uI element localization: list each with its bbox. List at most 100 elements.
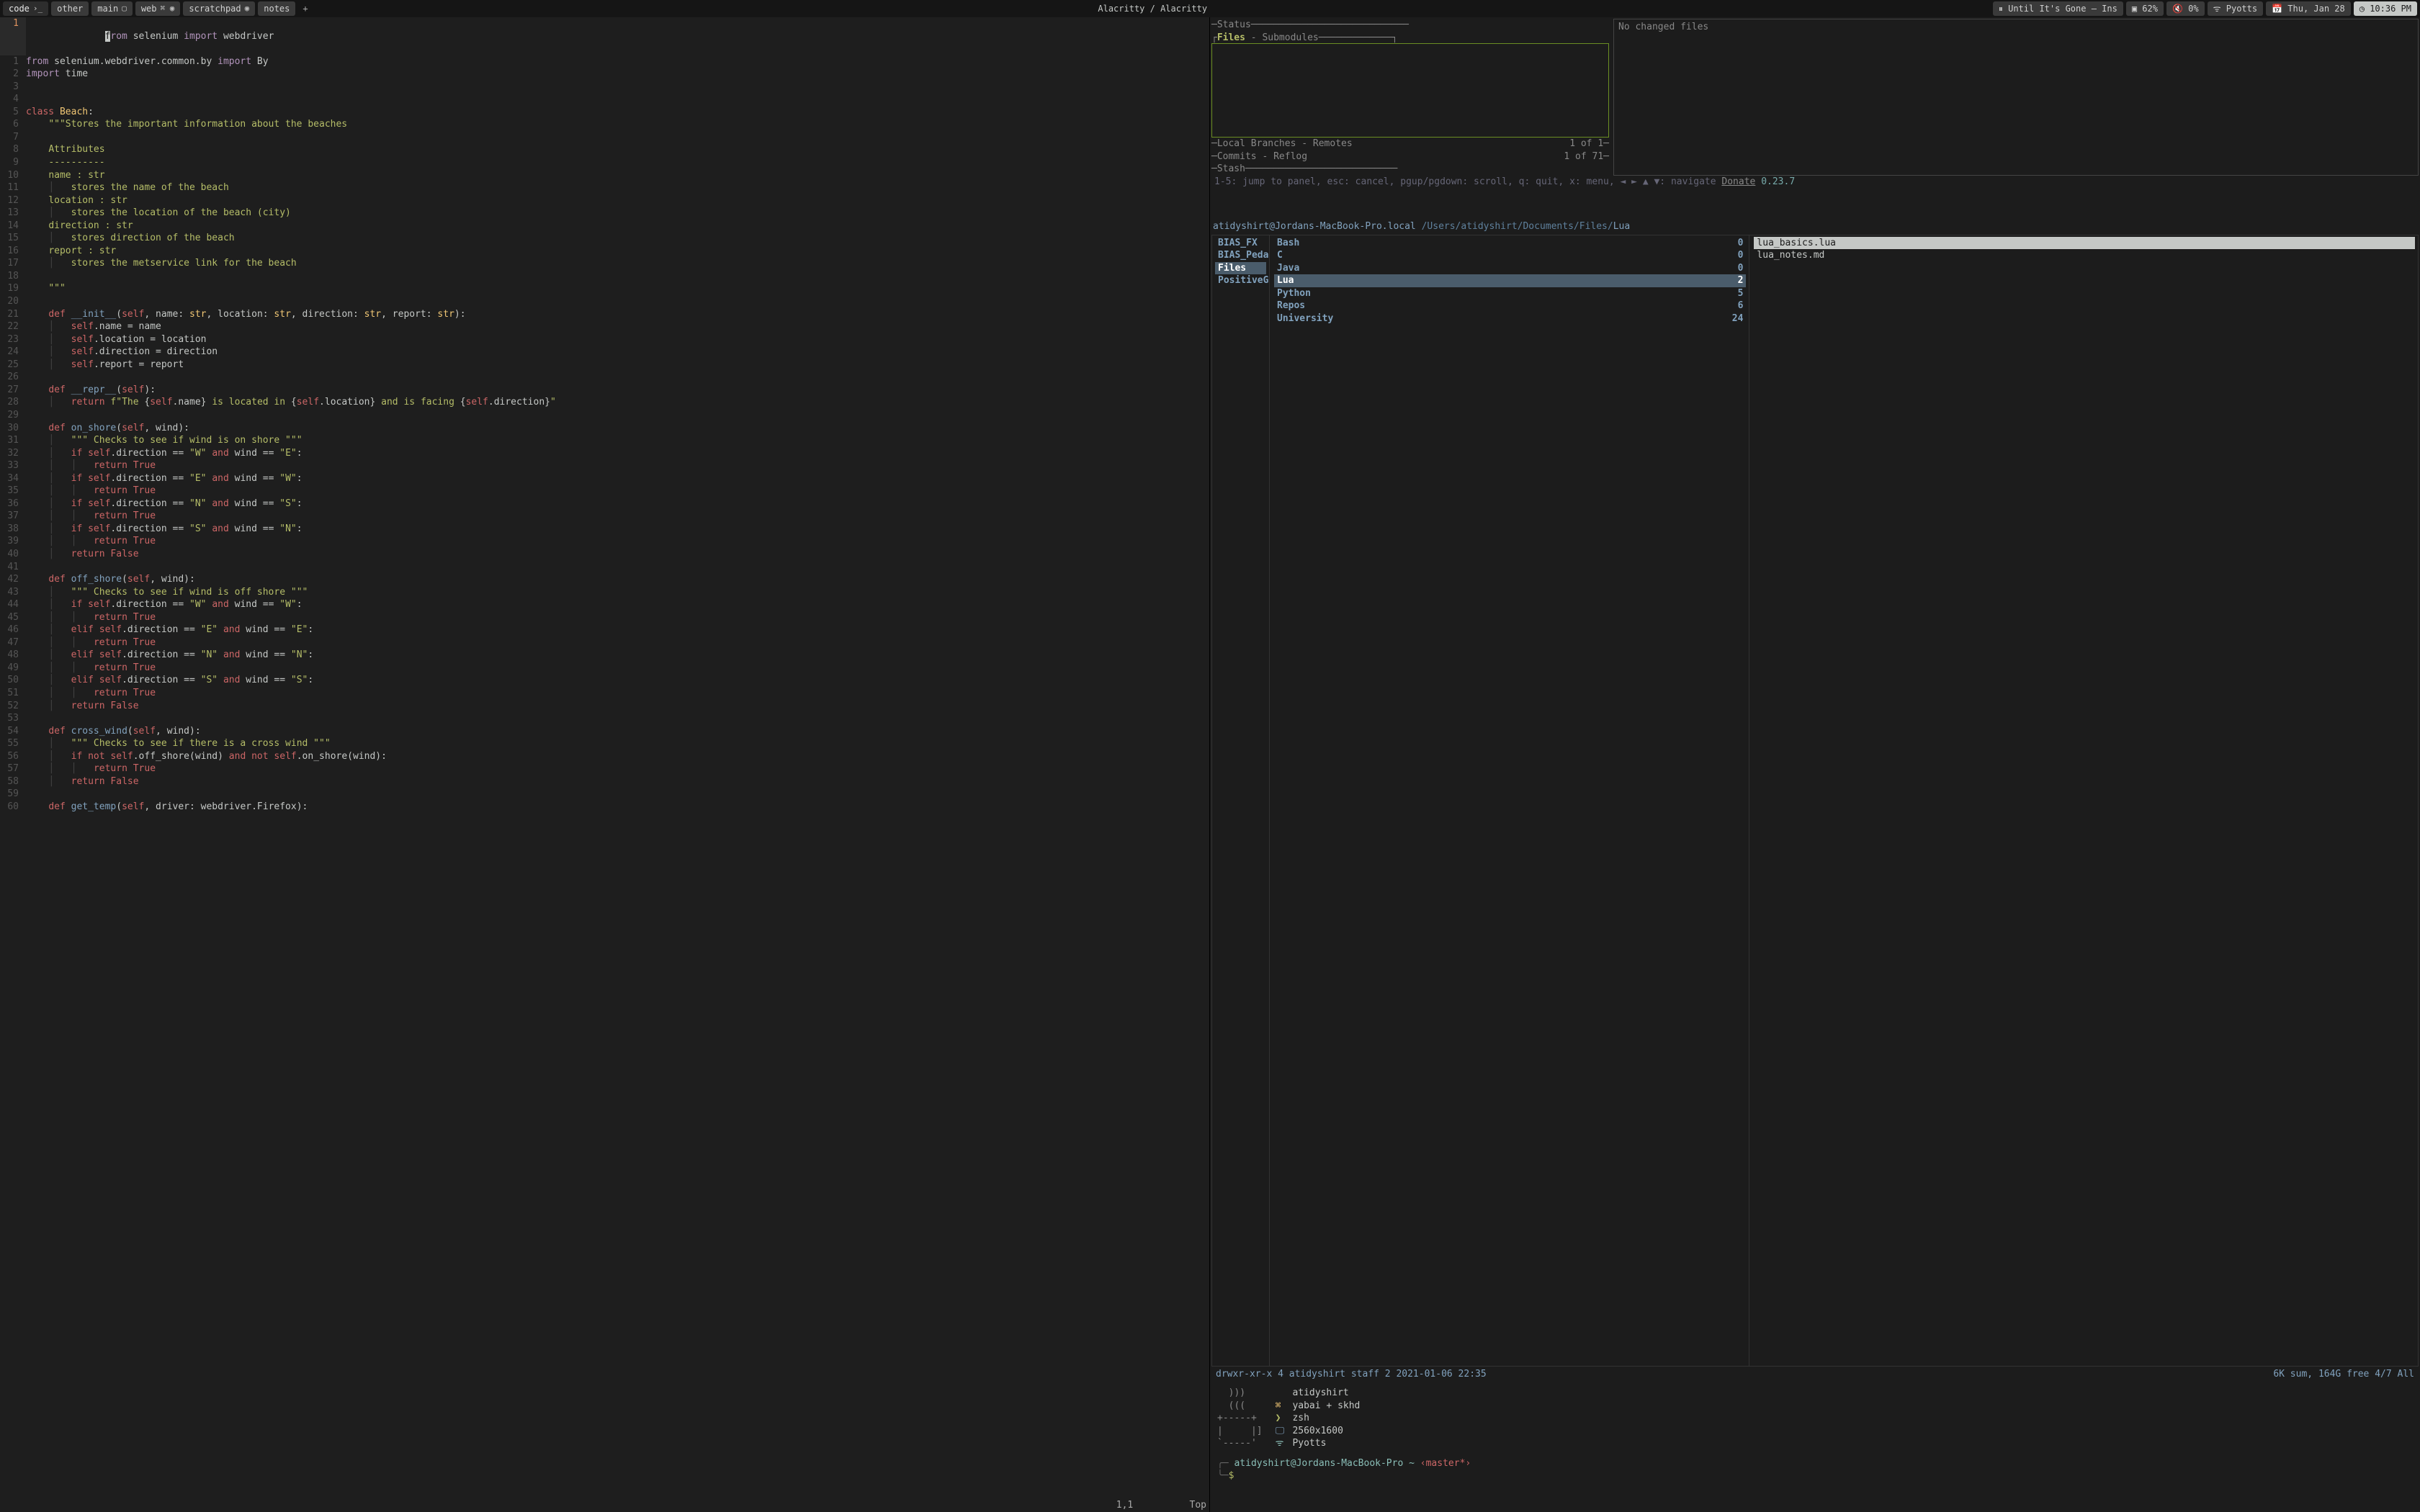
code-line[interactable]: 43 │ """ Checks to see if wind is off sh… <box>0 586 1209 599</box>
code-line[interactable]: 57 │ │ return True <box>0 762 1209 775</box>
code-line[interactable]: 42 def off_shore(self, wind): <box>0 573 1209 586</box>
code-line[interactable]: 35 │ │ return True <box>0 485 1209 498</box>
code-line[interactable]: 19 """ <box>0 282 1209 295</box>
code-line[interactable]: 54 def cross_wind(self, wind): <box>0 725 1209 738</box>
ranger-preview-col[interactable]: lua_basics.lualua_notes.md <box>1751 235 2418 1367</box>
code-line[interactable]: 44 │ if self.direction == "W" and wind =… <box>0 598 1209 611</box>
tab-other[interactable]: other <box>51 1 89 16</box>
code-line[interactable]: 56 │ if not self.off_shore(wind) and not… <box>0 750 1209 763</box>
code-line[interactable]: 38 │ if self.direction == "S" and wind =… <box>0 523 1209 536</box>
volume-widget[interactable]: 🔇 0% <box>2166 1 2205 16</box>
lazygit-commits-title[interactable]: ─Commits - Reflog 1 of 71─ <box>1211 150 1609 163</box>
list-item[interactable]: lua_basics.lua <box>1754 237 2415 250</box>
code-line[interactable]: 22 │ self.name = name <box>0 320 1209 333</box>
code-line[interactable]: 55 │ """ Checks to see if there is a cro… <box>0 737 1209 750</box>
tab-main[interactable]: main▢ <box>91 1 133 16</box>
lazygit-files-box[interactable] <box>1211 43 1609 138</box>
code-line[interactable]: 18 <box>0 270 1209 283</box>
list-item[interactable]: lua_notes.md <box>1754 249 2415 262</box>
date-widget[interactable]: 📅 Thu, Jan 28 <box>2266 1 2351 16</box>
code-line[interactable]: 45 │ │ return True <box>0 611 1209 624</box>
clock-widget[interactable]: ◷ 10:36 PM <box>2354 1 2417 16</box>
code-line[interactable]: 52 │ return False <box>0 700 1209 713</box>
wifi-widget[interactable]: ᯤ Pyotts <box>2208 1 2264 16</box>
code-line[interactable]: 2import time <box>0 68 1209 81</box>
tab-web[interactable]: web⌘ ◉ <box>135 1 181 16</box>
list-item[interactable]: BIAS_Pedal <box>1215 249 1266 262</box>
list-item[interactable]: Lua2 <box>1274 274 1746 287</box>
code-line[interactable]: 60 def get_temp(self, driver: webdriver.… <box>0 801 1209 814</box>
code-line[interactable]: 23 │ self.location = location <box>0 333 1209 346</box>
list-item[interactable]: C0 <box>1274 249 1746 262</box>
code-line[interactable]: 1from selenium.webdriver.common.by impor… <box>0 55 1209 68</box>
editor-pane[interactable]: 1 from selenium import webdriver 1from s… <box>0 17 1210 1512</box>
code-line[interactable]: 15 │ stores direction of the beach <box>0 232 1209 245</box>
code-line[interactable]: 33 │ │ return True <box>0 459 1209 472</box>
tab-scratchpad[interactable]: scratchpad◉ <box>183 1 255 16</box>
code-line[interactable]: 53 <box>0 712 1209 725</box>
shell-prompt[interactable]: ╭─ atidyshirt@Jordans-MacBook-Pro ~ ‹mas… <box>1217 1457 2413 1482</box>
code-line[interactable]: 13 │ stores the location of the beach (c… <box>0 207 1209 220</box>
lazygit-pane[interactable]: ─Status──────────────────────────── ┌Fil… <box>1210 17 2420 219</box>
code-line[interactable]: 48 │ elif self.direction == "N" and wind… <box>0 649 1209 662</box>
code-line[interactable]: 26 <box>0 371 1209 384</box>
list-item[interactable]: Bash0 <box>1274 237 1746 250</box>
code-line[interactable]: 16 report : str <box>0 245 1209 258</box>
code-line[interactable]: 8 Attributes <box>0 143 1209 156</box>
code-line[interactable]: 24 │ self.direction = direction <box>0 346 1209 359</box>
code-line[interactable]: 58 │ return False <box>0 775 1209 788</box>
ranger-parent-col[interactable]: BIAS_FXBIAS_PedalFilesPositiveG~ <box>1212 235 1270 1367</box>
code-line[interactable]: 32 │ if self.direction == "W" and wind =… <box>0 447 1209 460</box>
ranger-current-col[interactable]: Bash0C0Java0Lua2Python5Repos6University2… <box>1271 235 1749 1367</box>
list-item[interactable]: Java0 <box>1274 262 1746 275</box>
list-item[interactable]: Repos6 <box>1274 300 1746 312</box>
code-line[interactable]: 3 <box>0 81 1209 94</box>
code-line[interactable]: 5class Beach: <box>0 106 1209 119</box>
code-line[interactable]: 21 def __init__(self, name: str, locatio… <box>0 308 1209 321</box>
code-line[interactable]: 59 <box>0 788 1209 801</box>
code-line[interactable]: 1 from selenium import webdriver <box>0 17 1209 55</box>
list-item[interactable]: University24 <box>1274 312 1746 325</box>
code-line[interactable]: 29 <box>0 409 1209 422</box>
code-line[interactable]: 51 │ │ return True <box>0 687 1209 700</box>
now-playing-widget[interactable]: ⏸ Until It's Gone — Ins <box>1993 1 2123 16</box>
tab-code[interactable]: code›_ <box>3 1 48 16</box>
code-line[interactable]: 50 │ elif self.direction == "S" and wind… <box>0 674 1209 687</box>
lazygit-diff-panel[interactable]: No changed files <box>1613 19 2419 176</box>
list-item[interactable]: Files <box>1215 262 1266 275</box>
code-line[interactable]: 30 def on_shore(self, wind): <box>0 422 1209 435</box>
code-line[interactable]: 41 <box>0 561 1209 574</box>
list-item[interactable]: Python5 <box>1274 287 1746 300</box>
code-line[interactable]: 37 │ │ return True <box>0 510 1209 523</box>
code-line[interactable]: 34 │ if self.direction == "E" and wind =… <box>0 472 1209 485</box>
code-line[interactable]: 36 │ if self.direction == "N" and wind =… <box>0 498 1209 510</box>
code-line[interactable]: 46 │ elif self.direction == "E" and wind… <box>0 624 1209 636</box>
code-line[interactable]: 25 │ self.report = report <box>0 359 1209 372</box>
terminal-pane[interactable]: ))) ((( +-----+ | |] `-----' atidyshirt⌘… <box>1210 1382 2420 1512</box>
code-line[interactable]: 28 │ return f"The {self.name} is located… <box>0 396 1209 409</box>
code-line[interactable]: 40 │ return False <box>0 548 1209 561</box>
code-line[interactable]: 17 │ stores the metservice link for the … <box>0 257 1209 270</box>
list-item[interactable]: BIAS_FX <box>1215 237 1266 250</box>
code-line[interactable]: 27 def __repr__(self): <box>0 384 1209 397</box>
ranger-pane[interactable]: BIAS_FXBIAS_PedalFilesPositiveG~ Bash0C0… <box>1210 235 2420 1382</box>
code-line[interactable]: 49 │ │ return True <box>0 662 1209 675</box>
code-line[interactable]: 14 direction : str <box>0 220 1209 233</box>
code-line[interactable]: 10 name : str <box>0 169 1209 182</box>
tab-notes[interactable]: notes <box>258 1 295 16</box>
code-line[interactable]: 31 │ """ Checks to see if wind is on sho… <box>0 434 1209 447</box>
lazygit-stash-title[interactable]: ─Stash─────────────────────────── <box>1211 163 1609 176</box>
lazygit-branches-title[interactable]: ─Local Branches - Remotes 1 of 1─ <box>1211 138 1609 150</box>
code-line[interactable]: 47 │ │ return True <box>0 636 1209 649</box>
code-line[interactable]: 12 location : str <box>0 194 1209 207</box>
code-line[interactable]: 20 <box>0 295 1209 308</box>
code-line[interactable]: 6 """Stores the important information ab… <box>0 118 1209 131</box>
lazygit-files-title[interactable]: ┌Files - Submodules─────────────┐ <box>1211 32 1609 45</box>
code-line[interactable]: 4 <box>0 93 1209 106</box>
code-line[interactable]: 11 │ stores the name of the beach <box>0 181 1209 194</box>
code-line[interactable]: 7 <box>0 131 1209 144</box>
lazygit-donate-link[interactable]: Donate <box>1721 176 1755 187</box>
add-workspace-button[interactable]: + <box>298 1 312 16</box>
code-line[interactable]: 9 ---------- <box>0 156 1209 169</box>
list-item[interactable]: PositiveG~ <box>1215 274 1266 287</box>
